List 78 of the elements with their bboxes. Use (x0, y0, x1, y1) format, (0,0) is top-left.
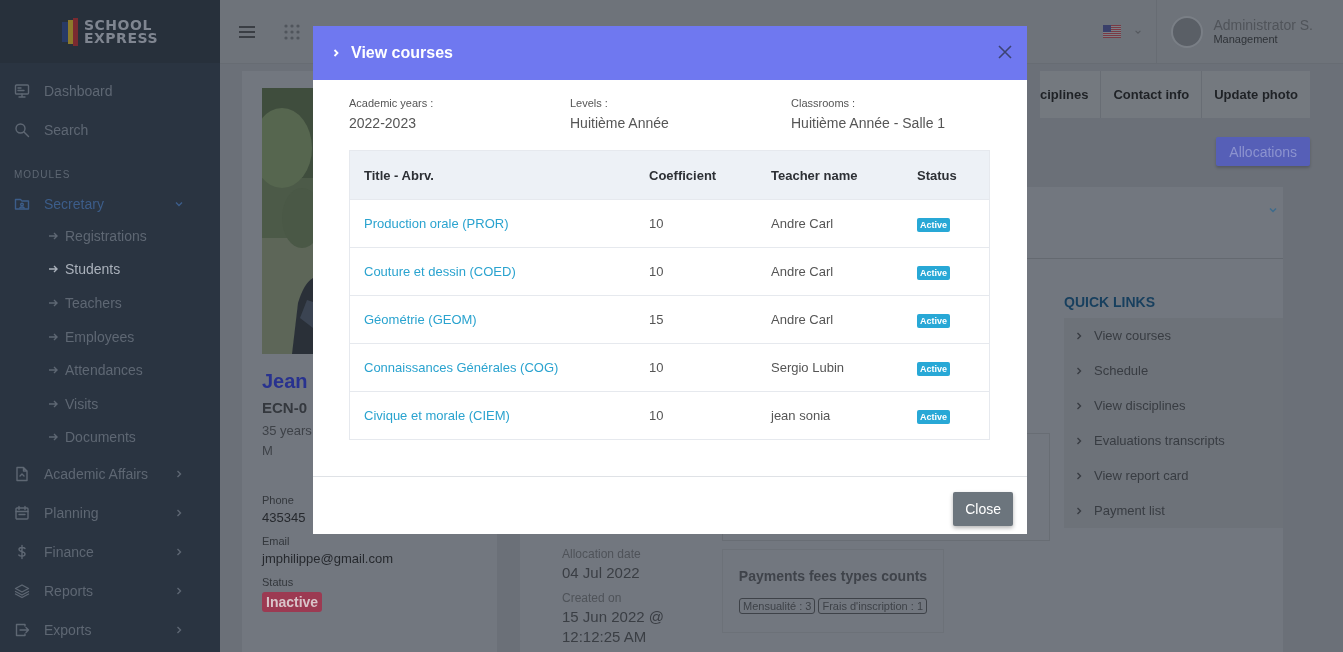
logo-icon (62, 17, 80, 46)
folder-icon (14, 196, 30, 212)
student-code: ECN-0 (262, 399, 307, 416)
status-badge: Active (917, 313, 950, 328)
chevron-down-icon (1268, 205, 1278, 215)
flag-icon[interactable] (1103, 25, 1122, 38)
info-value: 15 Jun 2022 @ 12:12:25 AM (562, 607, 665, 647)
quick-link[interactable]: Schedule (1064, 353, 1283, 388)
table-cell: jean sonia (757, 391, 903, 440)
table-cell: 15 (635, 295, 757, 344)
table-cell: 10 (635, 343, 757, 392)
calendar-icon (14, 504, 30, 521)
arrow-icon (48, 365, 59, 376)
tab[interactable]: ciplines (1040, 71, 1101, 118)
field-label: Status (262, 575, 294, 589)
status-badge: Active (917, 265, 950, 280)
sidebar-item[interactable]: Secretary (0, 189, 220, 219)
column-header: Teacher name (757, 150, 903, 200)
export-icon (14, 621, 30, 638)
chevron-right-icon (1074, 330, 1084, 341)
monitor-icon (14, 82, 30, 99)
layers-icon (14, 582, 30, 599)
table-cell: 10 (635, 391, 757, 440)
sidebar-subitem[interactable]: Students (0, 252, 220, 287)
logo-text: SCHOOL EXPRESS (84, 18, 158, 45)
status-badge: Inactive (262, 592, 323, 612)
course-link[interactable]: Connaissances Générales (COG) (364, 360, 559, 375)
student-name: Jean (262, 369, 308, 393)
grid-icon[interactable] (284, 23, 300, 40)
user-role: Management (1213, 33, 1279, 45)
field-value: 435345 (262, 510, 306, 526)
table-cell: Andre Carl (757, 247, 903, 296)
course-link[interactable]: Géométrie (GEOM) (364, 312, 477, 327)
info-value: 2022-2023 (349, 114, 417, 133)
avatar[interactable] (1171, 15, 1204, 48)
chevron-right-icon (331, 48, 341, 58)
chevron-right-icon (1074, 400, 1084, 411)
search-icon (14, 121, 30, 138)
column-header: Status (903, 150, 990, 200)
info-value: 04 Jul 2022 (562, 563, 641, 583)
column-header: Title - Abrv. (349, 150, 635, 200)
table-cell: 10 (635, 247, 757, 296)
column-header: Coefficient (635, 150, 757, 200)
arrow-icon (48, 432, 59, 443)
info-label: Levels : (570, 96, 609, 111)
arrow-icon (48, 230, 59, 241)
field-value: jmphilippe@gmail.com (262, 551, 393, 567)
tab[interactable]: Update photo (1201, 71, 1310, 118)
menu-icon[interactable] (238, 24, 256, 39)
info-label: Classrooms : (791, 96, 857, 111)
chevron-right-icon (1074, 435, 1084, 446)
table-cell: Andre Carl (757, 199, 903, 248)
status-badge: Active (917, 217, 950, 232)
arrow-icon (48, 298, 59, 308)
document-icon (14, 465, 30, 482)
table-cell: Andre Carl (757, 295, 903, 344)
tab[interactable]: Contact info (1100, 71, 1202, 118)
course-link[interactable]: Couture et dessin (COED) (364, 264, 516, 279)
course-link[interactable]: Production orale (PROR) (364, 216, 509, 231)
arrow-icon (48, 331, 59, 342)
status-badge: Active (917, 361, 950, 376)
table-cell: 10 (635, 199, 757, 248)
arrow-icon (48, 264, 59, 275)
table-cell: Sergio Lubin (757, 343, 903, 392)
chevron-right-icon (1074, 505, 1084, 516)
info-value: Huitième Année (570, 114, 670, 133)
chevron-right-icon (1074, 365, 1084, 376)
info-value: Huitième Année - Salle 1 (791, 114, 947, 133)
modal-title: View courses (351, 44, 454, 62)
field-label: Email (262, 534, 290, 548)
quick-links-title: QUICK LINKS (1064, 293, 1156, 312)
status-badge: Active (917, 409, 950, 424)
chevron-right-icon (1074, 470, 1084, 481)
course-link[interactable]: Civique et morale (CIEM) (364, 408, 510, 423)
arrow-icon (48, 398, 59, 409)
close-button[interactable]: Close (953, 491, 1013, 526)
field-label: Phone (262, 493, 294, 507)
info-label: Academic years : (349, 96, 435, 111)
